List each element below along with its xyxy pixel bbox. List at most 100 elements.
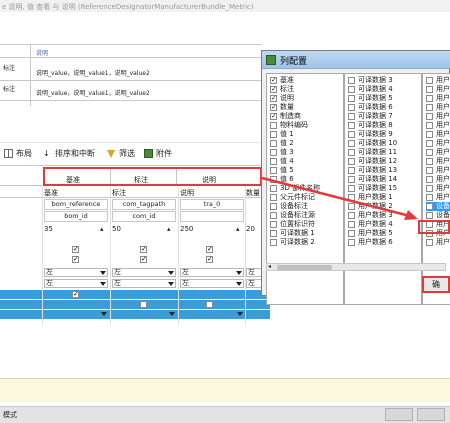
selected-row[interactable]: [0, 290, 270, 299]
field-list-item[interactable]: 用户: [426, 148, 450, 157]
checkbox[interactable]: [348, 103, 355, 111]
selected-row[interactable]: [0, 300, 270, 309]
field-list-item[interactable]: 可译数据 5: [348, 94, 393, 103]
checkbox[interactable]: [426, 94, 433, 102]
field-list-item[interactable]: ✓ 制造商: [270, 112, 301, 121]
checkbox[interactable]: [270, 157, 277, 165]
column-checkbox[interactable]: ✓: [140, 246, 147, 253]
field-list-item[interactable]: 物料编码: [270, 121, 308, 130]
field-input[interactable]: com_tagpath: [112, 199, 176, 210]
checkbox[interactable]: [426, 85, 433, 93]
field-list-item[interactable]: 用户: [426, 139, 450, 148]
checkbox[interactable]: [270, 238, 277, 246]
field-input[interactable]: com_id: [112, 211, 176, 222]
column-checkbox[interactable]: ✓: [72, 291, 79, 298]
checkbox[interactable]: ✓: [270, 76, 277, 84]
field-list-item[interactable]: 可译数据 11: [348, 148, 397, 157]
horizontal-scrollbar[interactable]: ◂: [266, 263, 446, 271]
filter-button[interactable]: 筛选: [107, 148, 135, 159]
field-input[interactable]: bom_reference: [44, 199, 108, 210]
checkbox[interactable]: [348, 238, 355, 246]
checkbox[interactable]: [270, 130, 277, 138]
checkbox[interactable]: [270, 121, 277, 129]
checkbox[interactable]: [348, 85, 355, 93]
checkbox[interactable]: ✓: [270, 85, 277, 93]
field-list-item[interactable]: ✓ 基准: [270, 76, 294, 85]
align-dropdown[interactable]: [112, 310, 176, 319]
field-list-item[interactable]: 值 2: [270, 139, 294, 148]
checkbox[interactable]: [270, 148, 277, 156]
field-list-item[interactable]: 值 1: [270, 130, 294, 139]
field-list-item[interactable]: ✓ 说明: [270, 94, 294, 103]
field-list-item[interactable]: 用户: [426, 85, 450, 94]
checkbox[interactable]: [348, 130, 355, 138]
scroll-left-icon[interactable]: ◂: [268, 263, 271, 270]
column-checkbox[interactable]: ✓: [72, 256, 79, 263]
checkbox[interactable]: ✓: [270, 112, 277, 120]
checkbox[interactable]: [426, 238, 433, 246]
align-dropdown[interactable]: 左: [112, 279, 176, 288]
checkbox[interactable]: [348, 121, 355, 129]
field-list-item[interactable]: 可译数据 3: [348, 76, 393, 85]
field-list-item[interactable]: 可译数据 1: [270, 229, 315, 238]
checkbox[interactable]: [348, 148, 355, 156]
field-input[interactable]: [180, 211, 244, 222]
field-list-item[interactable]: 可译数据 7: [348, 112, 393, 121]
checkbox[interactable]: [348, 94, 355, 102]
checkbox[interactable]: [426, 130, 433, 138]
checkbox[interactable]: ✓: [270, 94, 277, 102]
field-input[interactable]: tra_0: [180, 199, 244, 210]
column-checkbox[interactable]: ✓: [206, 246, 213, 253]
ok-button[interactable]: 确: [422, 276, 450, 293]
field-list-item[interactable]: 用户: [426, 76, 450, 85]
bottom-button[interactable]: [417, 408, 445, 421]
bottom-button[interactable]: [385, 408, 413, 421]
field-list-item[interactable]: 用户: [426, 103, 450, 112]
checkbox[interactable]: [426, 148, 433, 156]
checkbox[interactable]: [348, 139, 355, 147]
attach-button[interactable]: 附件: [144, 148, 172, 159]
align-dropdown[interactable]: 左: [44, 268, 108, 277]
scroll-thumb[interactable]: [277, 265, 332, 270]
checkbox[interactable]: [348, 157, 355, 165]
checkbox[interactable]: [270, 139, 277, 147]
align-dropdown[interactable]: 左: [180, 279, 244, 288]
field-list-item[interactable]: 用户: [426, 130, 450, 139]
checkbox[interactable]: [426, 76, 433, 84]
field-list-item[interactable]: 值 4: [270, 157, 294, 166]
width-value[interactable]: 50: [112, 225, 121, 233]
align-dropdown[interactable]: [180, 310, 244, 319]
field-list-item[interactable]: 可译数据 2: [270, 238, 315, 247]
column-checkbox[interactable]: ✓: [72, 246, 79, 253]
width-stepper-icon[interactable]: ▴: [100, 225, 104, 233]
layout-button[interactable]: 布局: [4, 148, 32, 159]
field-list-item[interactable]: ✓ 标注: [270, 85, 294, 94]
sort-break-button[interactable]: ↓ 排序和中断: [43, 148, 95, 159]
column-checkbox[interactable]: [140, 301, 147, 308]
column-checkbox[interactable]: ✓: [206, 256, 213, 263]
dialog-titlebar[interactable]: 列配置: [262, 51, 450, 69]
checkbox[interactable]: [426, 112, 433, 120]
checkbox[interactable]: ✓: [270, 103, 277, 111]
field-list-item[interactable]: 可译数据 8: [348, 121, 393, 130]
width-value[interactable]: 250: [180, 225, 193, 233]
column-checkbox[interactable]: ✓: [140, 256, 147, 263]
checkbox[interactable]: [348, 76, 355, 84]
field-list-item[interactable]: 用户数据 5: [348, 229, 393, 238]
field-list-item[interactable]: 可译数据 4: [348, 85, 393, 94]
field-input[interactable]: bom_id: [44, 211, 108, 222]
checkbox[interactable]: [426, 139, 433, 147]
field-list-item[interactable]: 值 3: [270, 148, 294, 157]
align-dropdown[interactable]: 左: [44, 279, 108, 288]
align-dropdown[interactable]: 左: [112, 268, 176, 277]
field-list-item[interactable]: 用户数据 6: [348, 238, 393, 247]
checkbox[interactable]: [426, 103, 433, 111]
field-list-item[interactable]: 用户: [426, 112, 450, 121]
width-stepper-icon[interactable]: ▴: [236, 225, 240, 233]
field-list-item[interactable]: 用户: [426, 94, 450, 103]
checkbox[interactable]: [270, 229, 277, 237]
checkbox[interactable]: [426, 121, 433, 129]
field-list-item[interactable]: 可译数据 6: [348, 103, 393, 112]
checkbox[interactable]: [348, 112, 355, 120]
field-list-item[interactable]: 用户: [426, 121, 450, 130]
